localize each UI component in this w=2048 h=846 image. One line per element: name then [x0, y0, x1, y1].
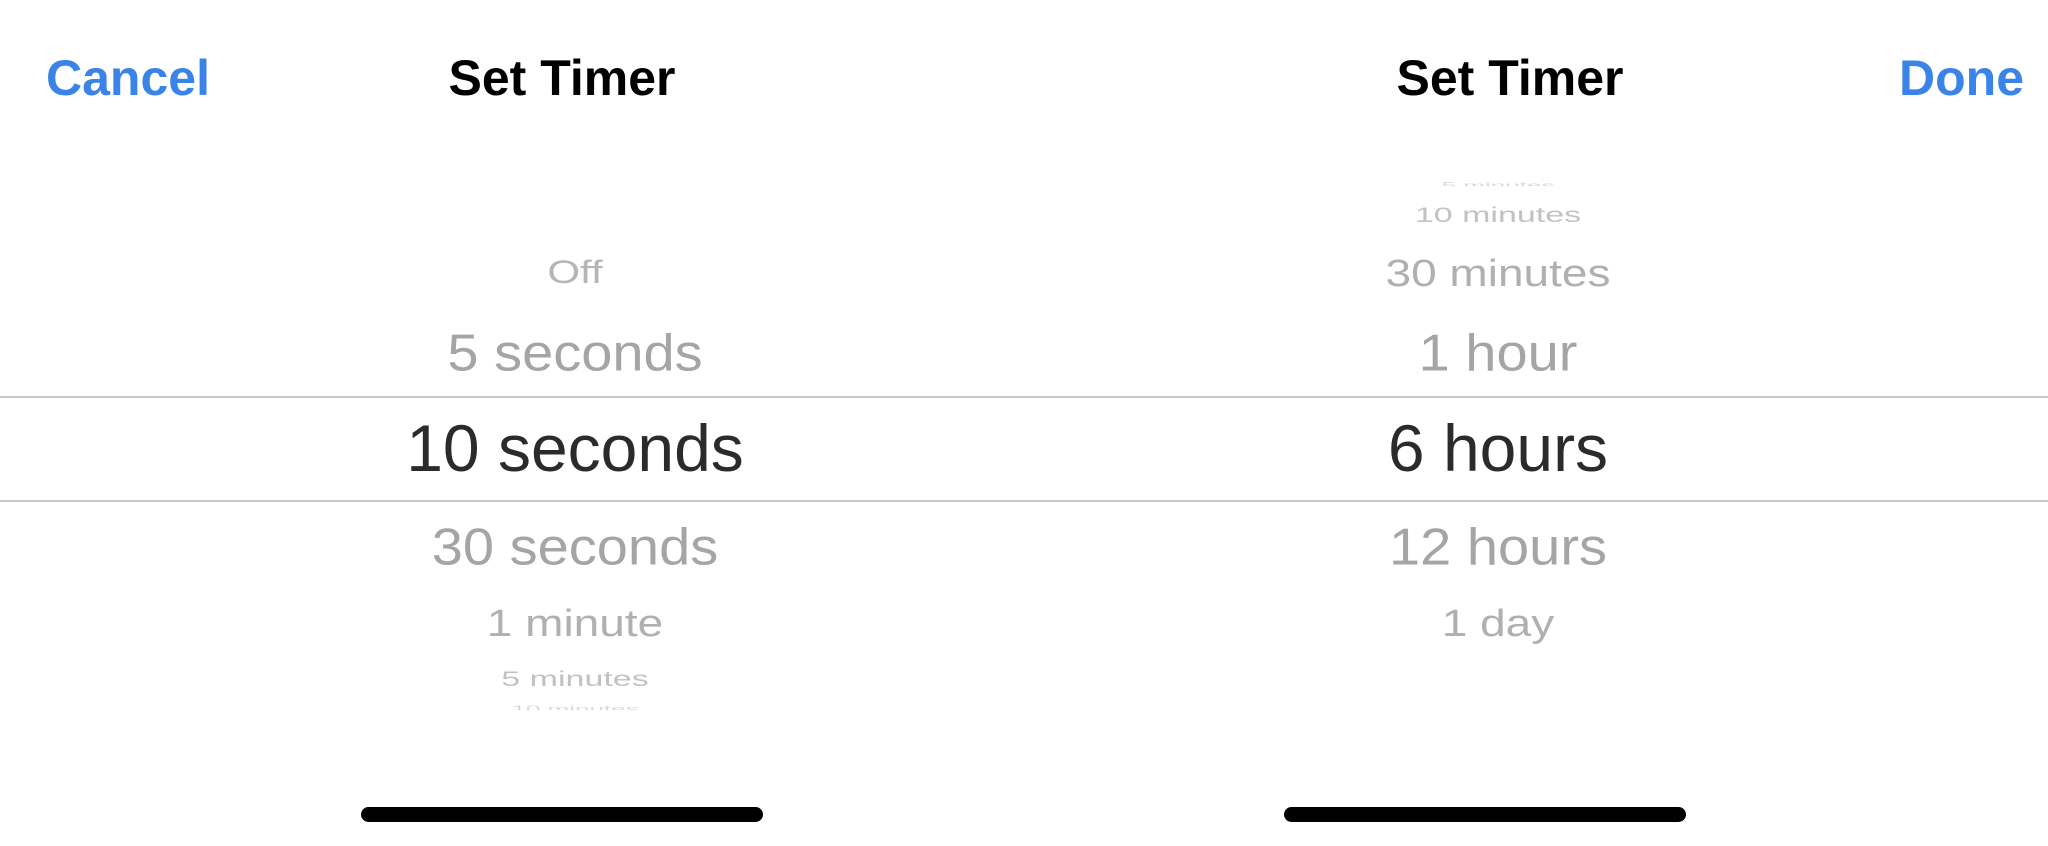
done-button[interactable]: Done [1899, 48, 2024, 108]
right-screen: Set Timer Done 5 minutes 10 minutes 30 m… [1024, 0, 2048, 846]
picker-option-5-minutes[interactable]: 5 minutes [1298, 180, 1698, 186]
home-indicator[interactable] [361, 807, 763, 822]
right-page-title: Set Timer [1396, 50, 1624, 106]
cancel-button[interactable]: Cancel [46, 48, 210, 108]
picker-option-30-minutes[interactable]: 30 minutes [1298, 251, 1698, 295]
left-page-title: Set Timer [448, 50, 676, 106]
left-screen: Cancel Set Timer Off 5 seconds 10 second… [0, 0, 1024, 846]
home-indicator[interactable] [1284, 807, 1686, 822]
picker-option-5-minutes[interactable]: 5 minutes [375, 667, 775, 691]
picker-option-1-hour[interactable]: 1 hour [1248, 323, 1748, 383]
picker-option-10-minutes[interactable]: 10 minutes [375, 704, 775, 710]
picker-option-1-day[interactable]: 1 day [1298, 601, 1698, 645]
picker-option-12-hours[interactable]: 12 hours [1248, 517, 1748, 577]
picker-option-30-seconds[interactable]: 30 seconds [325, 517, 825, 577]
picker-option-1-minute[interactable]: 1 minute [375, 601, 775, 645]
right-timer-picker[interactable]: 5 minutes 10 minutes 30 minutes 1 hour 6… [1024, 170, 2048, 716]
picker-option-6-hours-selected[interactable]: 6 hours [1198, 410, 1798, 486]
picker-option-5-seconds[interactable]: 5 seconds [325, 323, 825, 383]
left-timer-picker[interactable]: Off 5 seconds 10 seconds 30 seconds 1 mi… [0, 170, 1024, 716]
picker-option-10-seconds-selected[interactable]: 10 seconds [275, 410, 875, 486]
picker-option-10-minutes[interactable]: 10 minutes [1298, 203, 1698, 227]
picker-option-off[interactable]: Off [375, 253, 775, 290]
